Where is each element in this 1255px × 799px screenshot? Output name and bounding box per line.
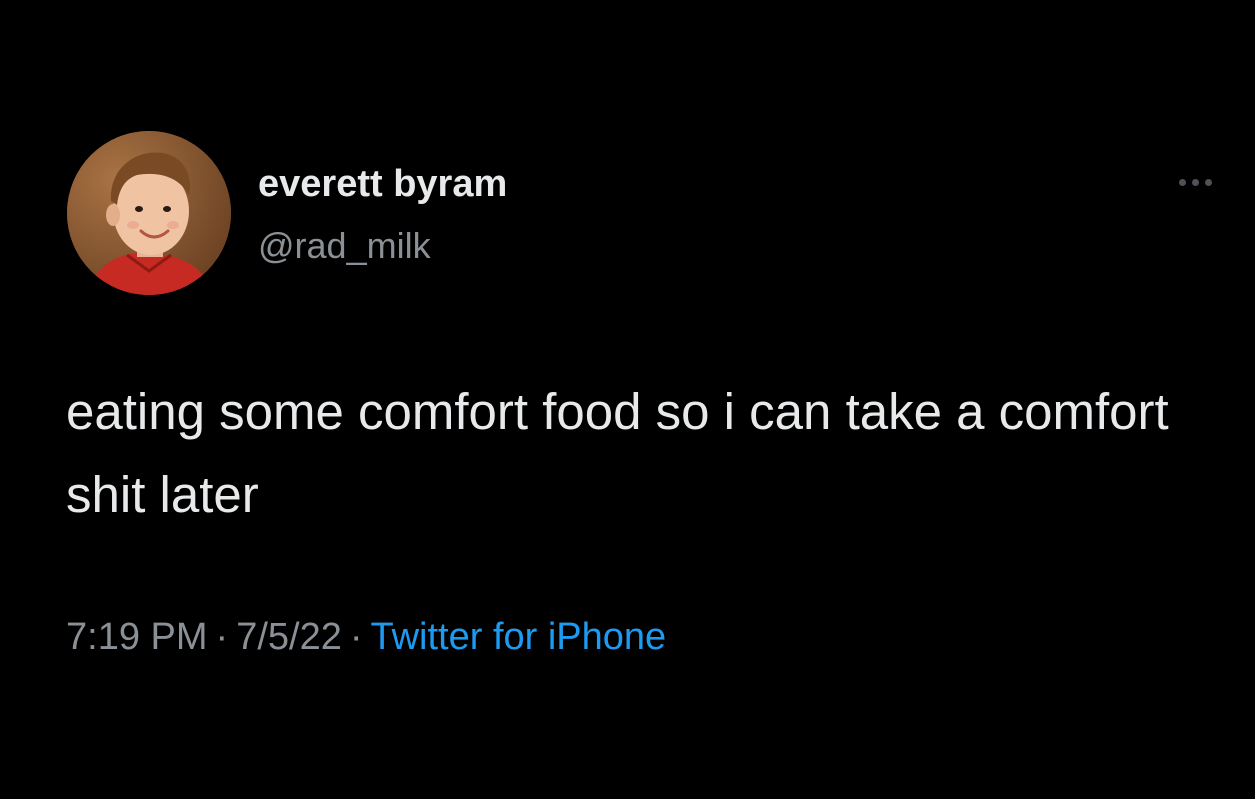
more-options-button[interactable]: [1168, 170, 1222, 194]
more-dot-icon: [1204, 178, 1212, 186]
avatar[interactable]: [67, 131, 231, 295]
profile-photo-icon: [67, 131, 231, 295]
tweet-date[interactable]: 7/5/22: [236, 616, 342, 658]
tweet-time[interactable]: 7:19 PM: [66, 616, 208, 658]
meta-separator: ·: [215, 616, 229, 658]
display-name[interactable]: everett byram: [258, 161, 507, 207]
meta-separator: ·: [349, 616, 363, 658]
tweet-text: eating some comfort food so i can take a…: [66, 383, 1169, 523]
tweet-meta: 7:19 PM · 7/5/22 · Twitter for iPhone: [66, 612, 666, 662]
tweet-card: everett byram @rad_milk eating some comf…: [0, 0, 1255, 799]
user-handle[interactable]: @rad_milk: [258, 224, 431, 268]
more-dot-icon: [1178, 178, 1186, 186]
tweet-source-link[interactable]: Twitter for iPhone: [371, 616, 667, 658]
more-dot-icon: [1191, 178, 1199, 186]
